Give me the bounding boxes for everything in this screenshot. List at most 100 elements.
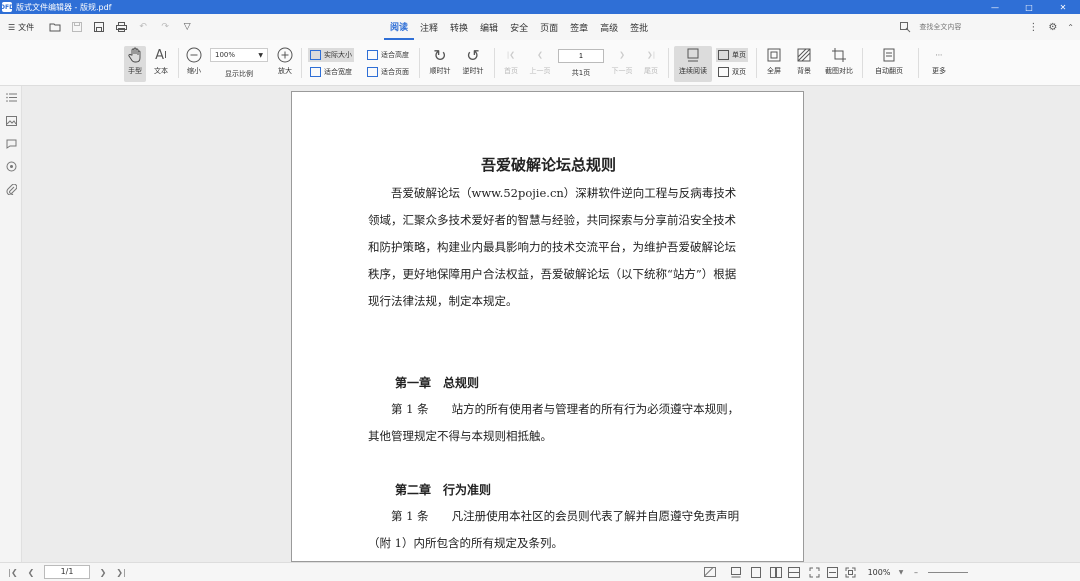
total-pages-label: 共1页: [571, 69, 591, 77]
zoom-select-value: 100%: [215, 51, 236, 59]
zoom-slider[interactable]: [928, 572, 968, 573]
undo-icon[interactable]: ↶: [136, 20, 150, 34]
hand-tool-button[interactable]: 手型: [124, 46, 146, 82]
view-double-icon[interactable]: [768, 565, 784, 579]
double-page-icon: [718, 67, 729, 77]
save-icon[interactable]: [70, 20, 84, 34]
fit-width-status-icon[interactable]: [824, 565, 840, 579]
file-menu-button[interactable]: ☰ 文件: [8, 22, 34, 33]
fit-page-status-icon[interactable]: [806, 565, 822, 579]
thumbnail-image-icon[interactable]: [0, 109, 22, 132]
zoom-select[interactable]: 100% ▼: [210, 48, 268, 62]
print-icon[interactable]: [114, 20, 128, 34]
last-page-button[interactable]: ❯| 尾页: [640, 46, 662, 76]
tab-read[interactable]: 阅读: [384, 14, 415, 40]
first-page-button[interactable]: |❮ 首页: [500, 46, 522, 76]
background-pattern-icon: [795, 46, 813, 64]
total-pages-label-wrap: 共1页: [565, 68, 597, 78]
comment-bubble-icon[interactable]: [0, 132, 22, 155]
window-title: 版式文件编辑器 - 版规.pdf: [16, 2, 112, 12]
pdf-page: 吾爱破解论坛总规则 吾爱破解论坛（www.52pojie.cn）深耕软件逆向工程…: [291, 91, 804, 562]
rotate-clockwise-icon: ↻: [433, 45, 447, 65]
rotate-clockwise-label: 顺时针: [429, 67, 451, 75]
fit-height-button[interactable]: 适合高度: [365, 48, 411, 62]
view-continuous-icon[interactable]: [786, 565, 802, 579]
rotate-counterclockwise-button[interactable]: ↺ 逆时针: [459, 46, 487, 76]
ribbon-tabs: 阅读 注释 转换 编辑 安全 页面 签章 高级 签批: [384, 14, 654, 40]
tab-page[interactable]: 页面: [534, 14, 564, 40]
save-as-icon[interactable]: [92, 20, 106, 34]
zoom-in-button[interactable]: 放大: [275, 46, 295, 76]
fit-width-button[interactable]: 适合宽度: [308, 65, 354, 79]
attachment-paperclip-icon[interactable]: [0, 178, 22, 201]
zoom-out-icon: [185, 46, 203, 64]
more-options-icon[interactable]: ⋮: [1028, 22, 1038, 33]
search-icon: [900, 21, 911, 33]
tab-convert[interactable]: 转换: [444, 14, 474, 40]
collapse-ribbon-icon[interactable]: ⌃: [1067, 23, 1074, 32]
tab-approval[interactable]: 签批: [624, 14, 654, 40]
auto-flip-button[interactable]: 自动翻页: [868, 46, 910, 76]
fullscreen-label: 全屏: [767, 67, 781, 75]
zoom-display-label: 显示比例: [225, 70, 253, 78]
zoom-in-label: 放大: [278, 67, 292, 75]
page-number-input[interactable]: [558, 49, 604, 63]
zoom-dropdown-icon[interactable]: ▼: [896, 565, 906, 579]
toolbar-divider: [494, 48, 495, 78]
chevron-down-icon: ▼: [258, 51, 263, 59]
fullscreen-button[interactable]: 全屏: [762, 46, 786, 76]
next-page-icon: ❯: [619, 51, 625, 59]
fit-page-button[interactable]: 适合页面: [365, 65, 411, 79]
prev-page-button[interactable]: ❮ 上一页: [527, 46, 553, 76]
minimize-button[interactable]: —: [978, 0, 1012, 14]
intro-paragraph: 吾爱破解论坛（www.52pojie.cn）深耕软件逆向工程与反病毒技术领域，汇…: [368, 186, 737, 308]
next-page-button[interactable]: ❯ 下一页: [609, 46, 635, 76]
background-pattern-status-icon[interactable]: [700, 565, 720, 579]
chapter-1-heading: 第一章 总规则: [395, 376, 480, 390]
tab-edit[interactable]: 编辑: [474, 14, 504, 40]
hand-tool-label: 手型: [128, 67, 142, 75]
rotate-clockwise-button[interactable]: ↻ 顺时针: [426, 46, 454, 76]
close-button[interactable]: ✕: [1046, 0, 1080, 14]
zoom-display-label-wrap: 显示比例: [218, 69, 260, 79]
screenshot-compare-button[interactable]: 截图对比: [822, 46, 856, 76]
outline-list-icon[interactable]: [0, 86, 22, 109]
view-page-icon[interactable]: [748, 565, 764, 579]
prev-page-nav-icon[interactable]: ❮: [24, 565, 38, 579]
toolbar-divider: [301, 48, 302, 78]
last-page-nav-icon[interactable]: ❯|: [114, 565, 128, 579]
tab-signature[interactable]: 签章: [564, 14, 594, 40]
search-input[interactable]: [919, 23, 1010, 31]
menu-bar: ☰ 文件 ↶ ↷ ▽ 阅读 注释 转换 编辑 安全 页面 签章 高级 签批 查找…: [0, 14, 1080, 40]
zoom-out-label: 缩小: [187, 67, 201, 75]
toolbar-divider: [862, 48, 863, 78]
next-page-nav-icon[interactable]: ❯: [96, 565, 110, 579]
signature-target-icon[interactable]: [0, 155, 22, 178]
double-page-button[interactable]: 双页: [716, 65, 748, 79]
redo-icon[interactable]: ↷: [158, 20, 172, 34]
view-single-icon[interactable]: [728, 565, 744, 579]
first-page-nav-icon[interactable]: |❮: [6, 565, 20, 579]
tab-advanced[interactable]: 高级: [594, 14, 624, 40]
single-page-button[interactable]: 单页: [716, 48, 748, 62]
toolbar-divider: [918, 48, 919, 78]
text-tool-button[interactable]: AI 文本: [150, 46, 172, 76]
background-button[interactable]: 背景: [789, 46, 819, 76]
fit-width-icon: [310, 67, 321, 77]
tab-security[interactable]: 安全: [504, 14, 534, 40]
open-folder-icon[interactable]: [48, 20, 62, 34]
maximize-button[interactable]: □: [1012, 0, 1046, 14]
document-view[interactable]: 吾爱破解论坛总规则 吾爱破解论坛（www.52pojie.cn）深耕软件逆向工程…: [22, 86, 1080, 562]
actual-size-button[interactable]: 实际大小: [308, 48, 354, 62]
fullscreen-status-icon[interactable]: [842, 565, 858, 579]
more-button[interactable]: ⋯ 更多: [925, 46, 953, 76]
text-cursor-icon: AI: [155, 47, 167, 63]
continuous-reading-button[interactable]: 连续阅读: [674, 46, 712, 82]
zoom-minus-icon[interactable]: –: [910, 565, 922, 579]
quick-access-dropdown-icon[interactable]: ▽: [180, 20, 194, 34]
zoom-out-button[interactable]: 缩小: [184, 46, 204, 76]
settings-gear-icon[interactable]: ⚙: [1048, 22, 1057, 33]
status-page-input[interactable]: 1/1: [44, 565, 90, 579]
background-label: 背景: [797, 67, 811, 75]
tab-annotate[interactable]: 注释: [414, 14, 444, 40]
